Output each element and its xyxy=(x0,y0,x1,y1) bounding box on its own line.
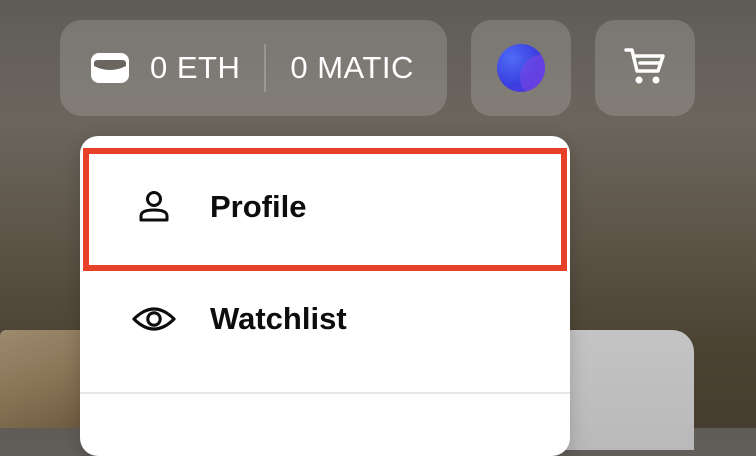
cart-button[interactable] xyxy=(595,20,695,116)
eth-balance: 0 ETH xyxy=(150,50,241,85)
background-card-right xyxy=(560,330,694,450)
balance-divider xyxy=(264,44,267,92)
account-button[interactable] xyxy=(471,20,571,116)
menu-item-profile[interactable]: Profile xyxy=(80,152,570,262)
matic-balance: 0 MATIC xyxy=(290,50,414,85)
cart-icon xyxy=(623,44,667,93)
avatar xyxy=(497,44,545,92)
menu-item-watchlist[interactable]: Watchlist xyxy=(80,264,570,374)
menu-item-label: Watchlist xyxy=(210,301,347,336)
menu-divider xyxy=(80,392,570,394)
wallet-balance-button[interactable]: 0 ETH 0 MATIC xyxy=(60,20,447,116)
background-image-left xyxy=(0,330,90,428)
menu-item-label: Profile xyxy=(210,189,307,224)
person-icon xyxy=(132,185,176,229)
account-dropdown-menu: Profile Watchlist xyxy=(80,136,570,456)
wallet-icon xyxy=(90,52,130,84)
eye-icon xyxy=(132,297,176,341)
